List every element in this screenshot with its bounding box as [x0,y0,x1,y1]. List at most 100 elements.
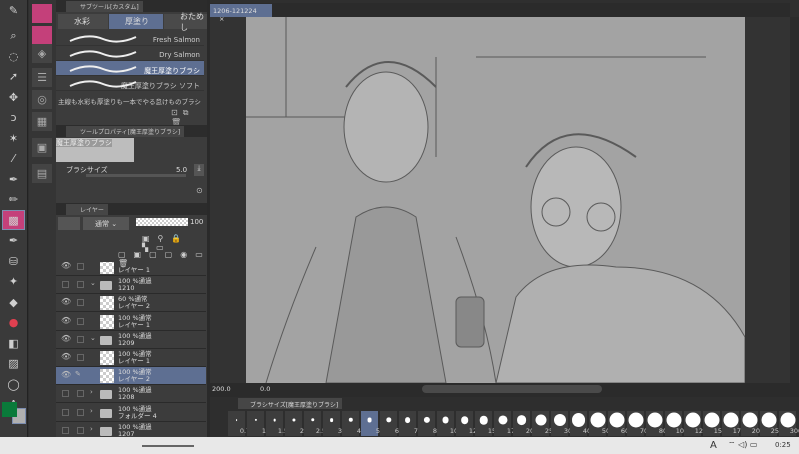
brush-item[interactable]: 主線も水彩も厚塗りも一本でやる怠けものブラシ [56,91,204,107]
brush-size-option[interactable]: 70 [627,411,648,436]
document-tab[interactable]: 1206-121224 × [210,4,272,23]
brush-size-option[interactable]: 1 [247,411,266,436]
eraser-tool-icon[interactable]: ◆ [3,293,24,311]
layer-row[interactable]: 👁 レイヤー 1 [56,262,206,276]
brush-size-option[interactable]: 4 [342,411,361,436]
eye-icon[interactable]: 👁 [61,316,71,325]
layer-property-icon[interactable]: ☰ [32,68,52,87]
zoom-tool-icon[interactable]: ⌕ [3,27,24,45]
brush-size-option[interactable]: 120 [684,411,707,436]
subtool-settings-icon[interactable] [32,26,52,45]
color-set-icon[interactable]: ▦ [32,112,52,131]
brush-size-option[interactable]: 7 [399,411,418,436]
main-color-swatch[interactable] [2,402,17,417]
layer-row[interactable]: ⌄ 100 %通過 1210 [56,276,206,295]
brush-size-option[interactable]: 0.7 [228,411,250,436]
brush-size-slider[interactable] [86,174,186,177]
layer-row[interactable]: 👁 ✎ 100 %通常 レイヤー 2 [56,367,206,386]
brush-item[interactable]: 魔王厚塗りブラシ [56,61,204,76]
chevron-right-icon[interactable]: › [90,389,93,396]
eye-icon[interactable]: 👁 [61,371,71,379]
zoom-value[interactable]: 200.0 [212,385,231,393]
lock-checkbox[interactable] [77,299,84,307]
download-icon[interactable]: ⤓ [194,164,204,176]
brush-size-option[interactable]: 300 [779,411,799,436]
eye-icon[interactable]: 👁 [61,334,71,343]
tab-impasto[interactable]: 厚塗り [109,14,163,29]
brush-size-option[interactable]: 250 [760,411,783,436]
color-mode-dropdown[interactable] [58,217,80,230]
brush-size-option[interactable]: 2.5 [304,411,326,436]
brush-size-option[interactable]: 60 [608,411,629,436]
lock-checkbox[interactable] [77,263,84,270]
eye-icon[interactable]: 👁 [61,353,71,361]
magic-wand-tool-icon[interactable]: ✶ [3,129,24,147]
layer-row[interactable]: › 100 %通過 1208 [56,385,206,404]
figure-tool-icon[interactable]: ◯ [3,375,24,393]
layer-row[interactable]: › 100 %通過 1207 [56,422,206,437]
brush-size-option[interactable]: 15 [475,411,496,436]
visibility-checkbox[interactable] [62,281,69,289]
layer-row[interactable]: 👁 ⌄ 100 %通過 1209 [56,331,206,349]
eyedropper-tool-icon[interactable]: ⁄ [3,150,24,168]
ime-indicator[interactable]: A [710,440,717,451]
blend-tool-icon[interactable]: ● [3,314,24,332]
visibility-checkbox[interactable] [62,426,69,434]
lock-checkbox[interactable] [77,335,84,343]
fill-tool-icon[interactable]: ◧ [3,334,24,352]
brush-tool-icon[interactable]: ▩ [2,210,25,230]
brush-size-option[interactable]: 10 [437,411,458,436]
pen-header-tool-icon[interactable]: ✎ [3,1,24,19]
brush-size-option[interactable]: 200 [741,411,764,436]
grid-icon[interactable]: ▤ [32,164,52,183]
airbrush-tool-icon[interactable]: ✒ [3,232,24,250]
opacity-value[interactable]: 100 [190,218,203,226]
horizontal-scrollbar[interactable] [422,385,602,393]
brush-size-option[interactable]: 5 [361,411,380,436]
material-icon[interactable]: ▣ [32,138,52,157]
visibility-checkbox[interactable] [62,390,69,398]
chevron-right-icon[interactable]: › [90,407,93,415]
brush-size-option[interactable]: 25 [532,411,553,436]
brush-size-option[interactable]: 50 [589,411,610,436]
navigator-icon[interactable]: ◎ [32,90,52,109]
lock-checkbox[interactable] [77,426,84,434]
brush-size-option[interactable]: 30 [551,411,572,436]
layer-row[interactable]: 👁 100 %通常 レイヤー 1 [56,313,206,331]
brush-item[interactable]: Fresh Salmon [56,31,204,46]
brush-size-option[interactable]: 80 [646,411,667,436]
close-tab-icon[interactable]: × [219,15,224,23]
brush-size-option[interactable]: 40 [570,411,591,436]
chevron-down-icon[interactable]: ⌄ [90,280,96,287]
brush-size-option[interactable]: 12 [456,411,477,436]
visibility-checkbox[interactable] [62,408,69,416]
gradient-tool-icon[interactable]: ▨ [3,355,24,373]
eye-icon[interactable]: 👁 [61,298,71,306]
blend-mode-dropdown[interactable]: 通常 ⌄ [83,217,129,230]
select-lasso-tool-icon[interactable]: ◌ [3,47,24,65]
brush-size-option[interactable]: 3 [323,411,342,436]
vertical-scrollbar[interactable] [790,17,799,383]
brush-size-option[interactable]: 2 [285,411,304,436]
eye-icon[interactable]: 👁 [61,262,71,270]
layer-row[interactable]: › 100 %通過 フォルダー 4 [56,404,206,422]
brush-size-option[interactable]: 1.5 [266,411,288,436]
home-indicator[interactable] [142,445,194,447]
object-tool-icon[interactable]: ➚ [3,68,24,86]
layer-row[interactable]: 👁 60 %通常 レイヤー 2 [56,294,206,313]
brush-size-option[interactable]: 6 [380,411,399,436]
tab-watercolor[interactable]: 水彩 [58,14,108,29]
pen-tool-icon[interactable]: ✒ [3,170,24,188]
brush-size-value[interactable]: 5.0 [176,166,187,174]
layer-palette-icon[interactable]: ◈ [32,44,52,63]
pencil-tool-icon[interactable]: ✏ [3,191,24,209]
brush-size-option[interactable]: 150 [703,411,726,436]
lasso-tool-icon[interactable]: ↄ [3,109,24,127]
decoration-tool-icon[interactable]: ⛁ [3,252,24,270]
brush-size-option[interactable]: 20 [513,411,534,436]
brush-size-option[interactable]: 170 [722,411,745,436]
brush-size-option[interactable]: 100 [665,411,688,436]
tab-trial[interactable]: おためし [164,12,208,32]
angle-value[interactable]: 0.0 [260,385,270,393]
brush-item[interactable]: Dry Salmon [56,46,204,61]
